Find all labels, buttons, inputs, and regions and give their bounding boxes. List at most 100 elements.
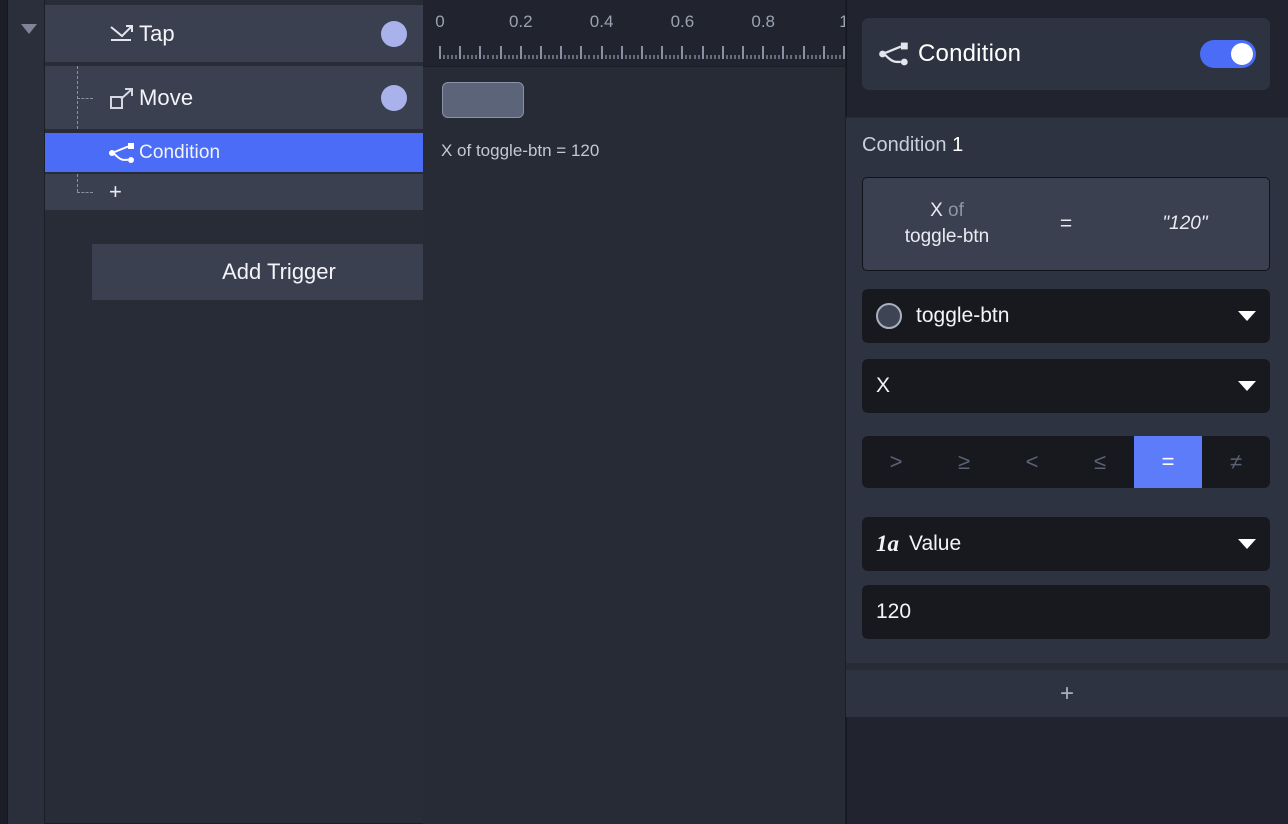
timeline-ruler[interactable]: 00.20.40.60.81: [423, 0, 846, 67]
ruler-tick-minor: [734, 55, 736, 59]
track-row-move[interactable]: Move: [45, 66, 423, 129]
ruler-tick-minor: [637, 55, 639, 59]
ruler-tick-minor: [786, 55, 788, 59]
ruler-tick-minor: [496, 55, 498, 59]
ruler-tick-minor: [665, 55, 667, 59]
operator-selector[interactable]: >≥<≤=≠: [862, 436, 1270, 488]
add-trigger-button[interactable]: Add Trigger: [92, 244, 466, 300]
track-state-dot[interactable]: [381, 85, 407, 111]
ruler-tick-minor: [568, 55, 570, 59]
ruler-tick-minor: [475, 55, 477, 59]
ruler-tick-minor: [467, 55, 469, 59]
ruler-tick-minor: [778, 55, 780, 59]
value-type-prefix-icon: 1a: [876, 531, 899, 557]
track-row-tap[interactable]: Tap: [45, 5, 423, 62]
circle-outline-icon: [876, 303, 902, 329]
move-action-icon: [105, 86, 139, 110]
ruler-tick-minor: [706, 55, 708, 59]
ruler-tick-major: [500, 46, 502, 59]
ruler-tick-minor: [811, 55, 813, 59]
toggle-switch-on-icon[interactable]: [1200, 40, 1256, 68]
add-condition-button[interactable]: +: [846, 670, 1288, 717]
ruler-tick-minor: [839, 55, 841, 59]
operator-greater-than[interactable]: >: [862, 436, 930, 488]
ruler-tick-minor: [512, 55, 514, 59]
inspector-header: Condition: [862, 18, 1270, 90]
inspector-body: Condition 1 X oftoggle-btn = "120" toggl…: [846, 118, 1288, 663]
condition-summary-of: of: [948, 200, 964, 221]
ruler-tick-minor: [714, 55, 716, 59]
value-input[interactable]: 120: [862, 585, 1270, 639]
operator-not-equal[interactable]: ≠: [1202, 436, 1270, 488]
ruler-tick-minor: [508, 55, 510, 59]
ruler-tick-major: [459, 46, 461, 59]
ruler-tick-minor: [588, 55, 590, 59]
timeline-clip[interactable]: [442, 82, 524, 118]
ruler-tick-minor: [492, 55, 494, 59]
ruler-tick-minor: [584, 55, 586, 59]
ruler-tick-minor: [653, 55, 655, 59]
operator-greater-or-equal[interactable]: ≥: [930, 436, 998, 488]
ruler-tick-minor: [471, 55, 473, 59]
target-object-dropdown[interactable]: toggle-btn: [862, 289, 1270, 343]
ruler-tick-minor: [593, 55, 595, 59]
condition-branch-icon: [876, 41, 912, 67]
ruler-tick-minor: [673, 55, 675, 59]
timeline-ruler-labels: 00.20.40.60.81: [423, 0, 846, 46]
track-state-dot[interactable]: [381, 21, 407, 47]
ruler-tick-minor: [609, 55, 611, 59]
ruler-tick-minor: [657, 55, 659, 59]
ruler-tick-label: 0.6: [671, 12, 695, 32]
ruler-tick-minor: [730, 55, 732, 59]
timeline-clip-caption: X of toggle-btn = 120: [441, 141, 599, 161]
ruler-tick-major: [439, 46, 441, 59]
ruler-tick-minor: [710, 55, 712, 59]
track-list-panel: Tap Move: [45, 0, 423, 824]
timeline-ruler-baseline: [423, 66, 846, 67]
value-type-dropdown[interactable]: 1a Value: [862, 517, 1270, 571]
ruler-tick-minor: [774, 55, 776, 59]
track-row-add-action[interactable]: +: [45, 174, 423, 210]
tree-line-horizontal: [77, 98, 93, 99]
ruler-tick-minor: [528, 55, 530, 59]
ruler-tick-minor: [738, 55, 740, 59]
chevron-down-icon: [1238, 539, 1256, 549]
timeline-panel: 00.20.40.60.81: [423, 0, 846, 824]
ruler-tick-minor: [447, 55, 449, 59]
ruler-tick-major: [479, 46, 481, 59]
ruler-tick-minor: [625, 55, 627, 59]
ruler-tick-minor: [617, 55, 619, 59]
timeline-ruler-ticks: [423, 45, 846, 59]
operator-less-than[interactable]: <: [998, 436, 1066, 488]
ruler-tick-minor: [532, 55, 534, 59]
property-dropdown[interactable]: X: [862, 359, 1270, 413]
triangle-down-icon[interactable]: [20, 22, 38, 36]
ruler-tick-minor: [605, 55, 607, 59]
chevron-down-icon: [1238, 381, 1256, 391]
track-row-condition[interactable]: Condition: [45, 133, 423, 172]
condition-summary-box[interactable]: X oftoggle-btn = "120": [862, 177, 1270, 271]
condition-summary-value: "120": [1101, 213, 1269, 235]
ruler-tick-minor: [669, 55, 671, 59]
ruler-tick-major: [641, 46, 643, 59]
ruler-tick-major: [722, 46, 724, 59]
plus-icon[interactable]: +: [109, 181, 122, 203]
ruler-tick-minor: [629, 55, 631, 59]
operator-less-or-equal[interactable]: ≤: [1066, 436, 1134, 488]
property-value: X: [876, 374, 890, 398]
operator-equal[interactable]: =: [1134, 436, 1202, 488]
ruler-tick-minor: [556, 55, 558, 59]
track-gutter: [8, 0, 45, 824]
ruler-tick-minor: [758, 55, 760, 59]
condition-summary-subject: X oftoggle-btn: [863, 198, 1031, 250]
ruler-tick-minor: [649, 55, 651, 59]
tree-line-horizontal: [77, 192, 93, 193]
ruler-tick-minor: [443, 55, 445, 59]
ruler-tick-major: [661, 46, 663, 59]
ruler-tick-minor: [463, 55, 465, 59]
condition-section-heading: Condition 1: [862, 134, 963, 157]
left-rail-strip: [0, 0, 7, 824]
ruler-tick-minor: [677, 55, 679, 59]
ruler-tick-major: [560, 46, 562, 59]
condition-summary-operator: =: [1031, 212, 1101, 236]
